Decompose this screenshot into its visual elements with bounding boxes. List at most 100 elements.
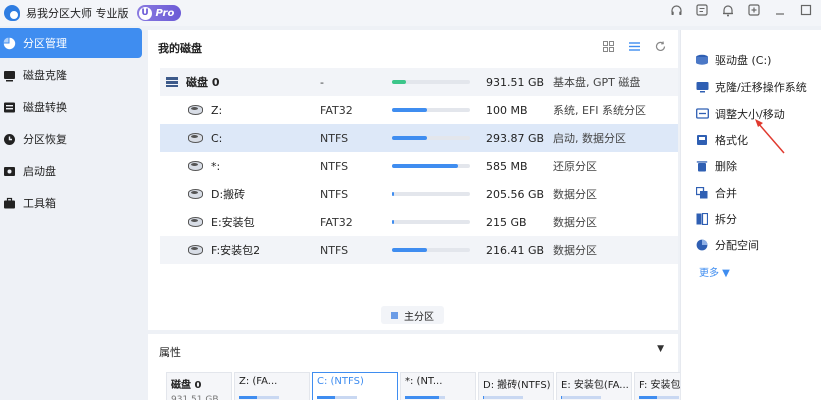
refresh-icon[interactable] (654, 40, 666, 52)
partition-card[interactable]: E: 安装包(FA... (556, 372, 632, 400)
disk-card[interactable]: 磁盘 0 931.51 GB (166, 372, 232, 400)
partition-row[interactable]: Z: FAT32 100 MB 系统, EFI 系统分区 (160, 96, 678, 124)
disk-icon (166, 77, 178, 87)
op-label: 调整大小/移动 (715, 108, 785, 121)
disk-row[interactable]: 磁盘 0 - 931.51 GB 基本盘, GPT 磁盘 (160, 68, 678, 96)
feedback-icon[interactable] (695, 3, 709, 17)
partition-row[interactable]: *: NTFS 585 MB 还原分区 (160, 152, 678, 180)
row-type: 数据分区 (553, 188, 597, 201)
recover-icon (2, 132, 16, 146)
disk-panel: 我的磁盘 磁盘 0 - 931.51 GB 基本盘, GPT 磁盘 Z: FAT32 100… (148, 30, 678, 330)
partition-icon (188, 245, 203, 255)
partition-icon (188, 105, 203, 115)
op-delete[interactable]: 删除 (695, 158, 737, 174)
row-filesystem: NTFS (320, 187, 349, 201)
badge-text: Pro (155, 7, 175, 19)
maximize-icon[interactable] (799, 3, 813, 17)
properties-panel: 属性 ▼ 磁盘 0 931.51 GB Z: (FA... C: (NTFS) *: (… (148, 334, 710, 400)
more-button[interactable]: 更多 ▼ (699, 264, 730, 279)
usage-fill (392, 136, 428, 140)
op-merge[interactable]: 合并 (695, 185, 737, 201)
more-label: 更多 (699, 268, 719, 279)
partition-card[interactable]: D: 搬砖(NTFS) (478, 372, 554, 400)
card-label: Z: (FA... (239, 376, 278, 387)
operations-panel: 驱动盘 (C:) 克隆/迁移操作系统 调整大小/移动格式化删除合并拆分分配空间 更多… (680, 30, 821, 400)
merge-icon (695, 186, 709, 200)
sidebar-item-label: 分区恢复 (23, 133, 67, 146)
partition-row[interactable]: D:搬砖 NTFS 205.56 GB 数据分区 (160, 180, 678, 208)
row-type: 启动, 数据分区 (553, 132, 626, 145)
op-drive[interactable]: 驱动盘 (C:) (695, 52, 771, 68)
usage-bar (392, 164, 470, 168)
card-usage-fill (405, 396, 439, 399)
op-format[interactable]: 格式化 (695, 132, 748, 148)
title-bar: 易我分区大师 专业版 U Pro (0, 0, 821, 26)
card-usage-bar (317, 396, 357, 399)
usage-fill (392, 248, 428, 252)
sidebar-item-3[interactable]: 分区恢复 (0, 124, 142, 154)
partition-icon (188, 161, 203, 171)
card-label: E: 安装包(FA... (561, 380, 629, 391)
card-usage-fill (317, 396, 335, 399)
card-usage-bar (639, 396, 679, 399)
op-allocate[interactable]: 分配空间 (695, 237, 759, 253)
op-split[interactable]: 拆分 (695, 211, 737, 227)
row-name: C: (211, 131, 223, 145)
card-usage-fill (239, 396, 257, 399)
row-type: 基本盘, GPT 磁盘 (553, 76, 641, 89)
card-label: C: (NTFS) (317, 376, 364, 387)
partition-card[interactable]: Z: (FA... (234, 372, 310, 400)
migrate-icon (695, 80, 709, 94)
usage-bar (392, 220, 470, 224)
pie-chart-icon (2, 36, 16, 50)
card-usage-bar (561, 396, 601, 399)
sidebar-item-1[interactable]: 磁盘克隆 (0, 60, 142, 90)
upgrade-icon[interactable] (747, 3, 761, 17)
partition-card[interactable]: *: (NT... (400, 372, 476, 400)
format-icon (695, 133, 709, 147)
row-name: 磁盘 0 (186, 76, 220, 89)
partition-row[interactable]: E:安装包 FAT32 215 GB 数据分区 (160, 208, 678, 236)
op-label: 驱动盘 (C:) (715, 54, 772, 67)
usage-bar (392, 248, 470, 252)
sidebar-item-2[interactable]: 磁盘转换 (0, 92, 142, 122)
sidebar-item-label: 工具箱 (23, 197, 56, 210)
sidebar-item-label: 启动盘 (23, 165, 56, 178)
op-resize[interactable]: 调整大小/移动 (695, 106, 785, 122)
properties-title: 属性 (159, 346, 181, 359)
usage-fill (392, 80, 407, 84)
row-size: 931.51 GB (486, 75, 545, 89)
row-name: *: (211, 159, 221, 173)
row-filesystem: - (320, 75, 324, 89)
bell-icon[interactable] (721, 3, 735, 17)
legend: 主分区 (381, 306, 444, 324)
card-usage-fill (561, 396, 562, 399)
sidebar-item-4[interactable]: 启动盘 (0, 156, 142, 186)
sidebar-item-0[interactable]: 分区管理 (0, 28, 142, 58)
partition-row[interactable]: C: NTFS 293.87 GB 启动, 数据分区 (160, 124, 678, 152)
sidebar-item-5[interactable]: 工具箱 (0, 188, 142, 218)
partition-card[interactable]: C: (NTFS) (312, 372, 398, 400)
usage-bar (392, 136, 470, 140)
convert-icon (2, 100, 16, 114)
op-migrate[interactable]: 克隆/迁移操作系统 (695, 79, 807, 95)
row-name: D:搬砖 (211, 188, 246, 201)
sidebar-item-label: 分区管理 (23, 37, 67, 50)
grid-view-icon[interactable] (602, 40, 614, 52)
row-size: 293.87 GB (486, 131, 545, 145)
row-type: 还原分区 (553, 160, 597, 173)
headset-icon[interactable] (669, 3, 683, 17)
list-view-icon[interactable] (628, 40, 640, 52)
minimize-icon[interactable] (773, 3, 787, 17)
usage-fill (392, 220, 394, 224)
row-size: 205.56 GB (486, 187, 545, 201)
op-label: 合并 (715, 187, 737, 200)
partition-row[interactable]: F:安装包2 NTFS 216.41 GB 数据分区 (160, 236, 678, 264)
collapse-caret-icon[interactable]: ▼ (657, 344, 664, 354)
resize-icon (695, 107, 709, 121)
drive-icon (695, 53, 709, 67)
clone-icon (2, 68, 16, 82)
op-label: 分配空间 (715, 239, 759, 252)
pro-badge[interactable]: U Pro (136, 5, 182, 21)
usage-fill (392, 192, 394, 196)
